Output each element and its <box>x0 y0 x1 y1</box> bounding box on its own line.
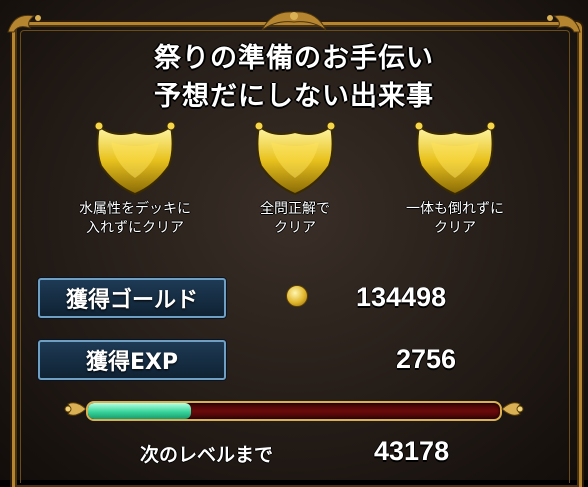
exp-bar-track <box>86 401 502 421</box>
mission-1: 水属性をデッキに 入れずにクリア <box>60 120 210 238</box>
stage-title-line1: 祭りの準備のお手伝い <box>154 43 434 74</box>
exp-progress-bar <box>64 396 524 422</box>
gold-label-box: 獲得ゴールド <box>38 278 226 318</box>
gold-coin-icon <box>286 285 308 307</box>
gold-crown-emblem-icon <box>94 121 176 196</box>
next-level-label: 次のレベルまで <box>140 444 274 466</box>
mission-3: 一体も倒れずに クリア <box>380 120 530 238</box>
gold-value: 134498 <box>356 282 447 312</box>
gold-crown-emblem-icon <box>414 121 496 196</box>
corner-ornament-left-icon <box>7 14 41 33</box>
exp-value: 2756 <box>396 344 457 374</box>
corner-ornament-right-icon <box>547 14 581 33</box>
exp-bar-fill <box>88 403 191 419</box>
mission-1-text-line2: 入れずにクリア <box>86 220 184 236</box>
stage-title-line2: 予想だにしない出来事 <box>154 81 434 112</box>
gold-crown-emblem-icon <box>254 121 336 196</box>
mission-2-text-line1: 全問正解で <box>260 201 330 217</box>
mission-2-text-line2: クリア <box>274 220 316 236</box>
bar-end-right-ornament-icon <box>501 402 524 416</box>
mission-3-text-line1: 一体も倒れずに <box>406 201 504 217</box>
bar-end-left-ornament-icon <box>64 402 87 416</box>
exp-label-box: 獲得EXP <box>38 340 226 380</box>
mission-1-text-line1: 水属性をデッキに <box>79 201 191 217</box>
mission-2: 全問正解で クリア <box>220 120 370 238</box>
mission-3-text-line2: クリア <box>434 220 476 236</box>
top-center-ornament-icon <box>261 11 327 31</box>
next-level-value: 43178 <box>374 436 450 466</box>
